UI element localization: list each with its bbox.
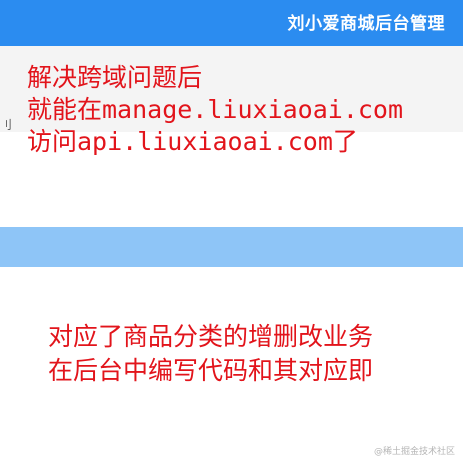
app-header-bar: 刘小爱商城后台管理 xyxy=(0,0,463,46)
side-menu-fragment: 刂 xyxy=(0,118,13,132)
annotation-top-line-1: 解决跨域问题后 xyxy=(27,63,203,92)
annotation-bottom: 对应了商品分类的增删改业务 在后台中编写代码和其对应即 xyxy=(48,320,373,388)
blue-band xyxy=(0,227,463,267)
watermark: @稀土掘金技术社区 xyxy=(373,447,455,457)
annotation-top-line-3: 访问api.liuxiaoai.com了 xyxy=(27,127,358,156)
annotation-top-line-2: 就能在manage.liuxiaoai.com xyxy=(27,95,404,124)
annotation-bottom-line-1: 对应了商品分类的增删改业务 xyxy=(48,322,374,351)
app-title: 刘小爱商城后台管理 xyxy=(287,14,445,34)
annotation-top: 解决跨域问题后 就能在manage.liuxiaoai.com 访问api.li… xyxy=(27,62,403,158)
annotation-bottom-line-2: 在后台中编写代码和其对应即 xyxy=(48,356,374,385)
